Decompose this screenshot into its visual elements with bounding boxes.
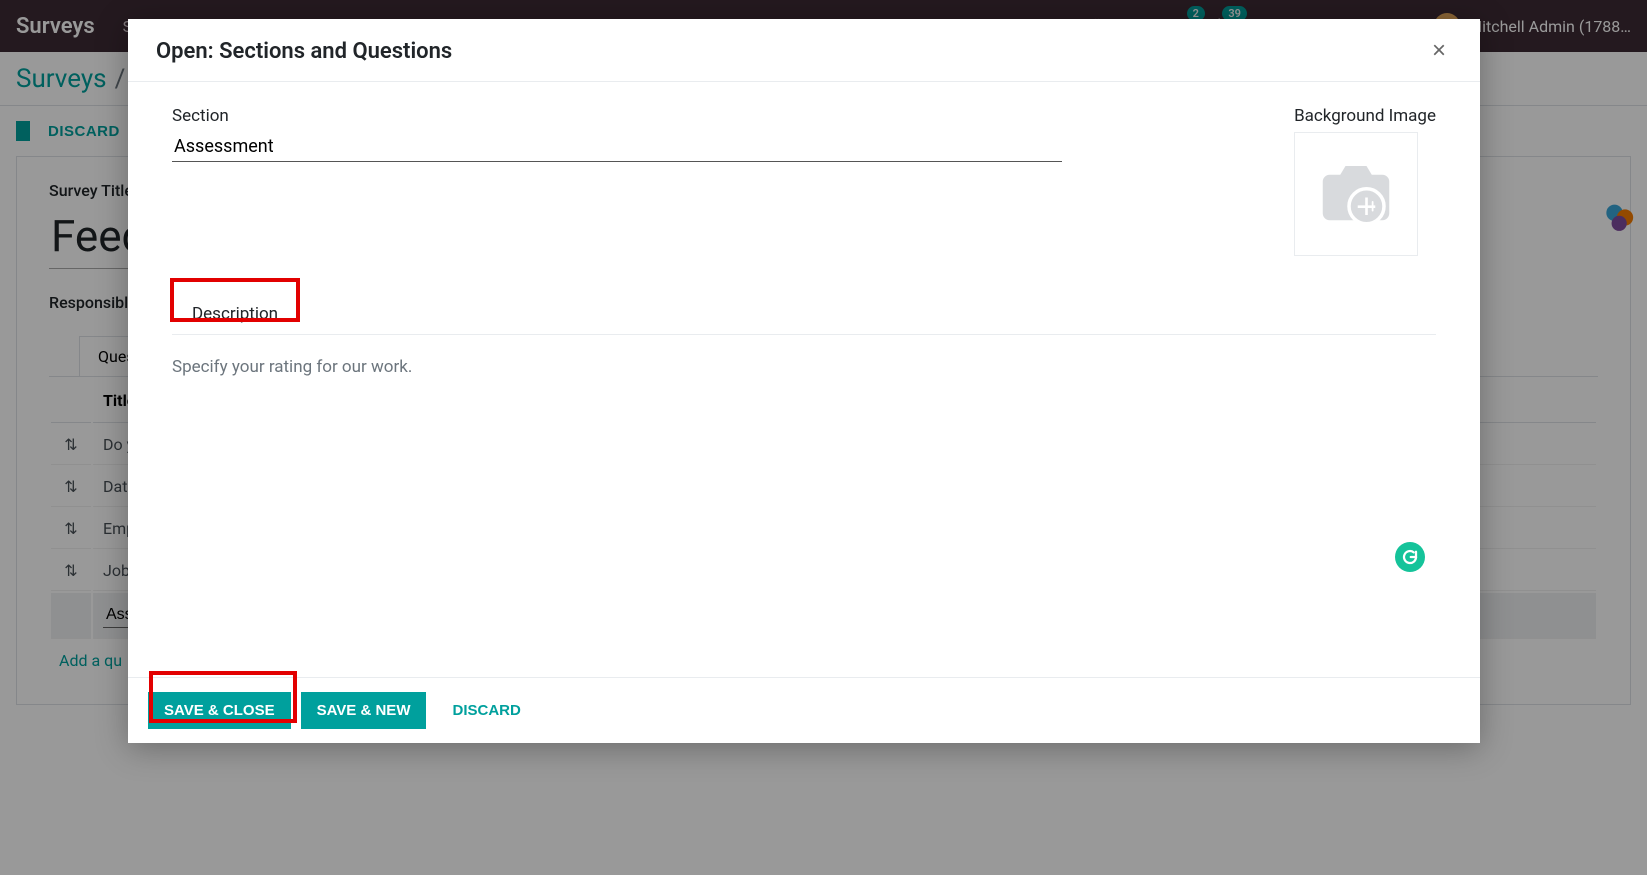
dialog-title: Open: Sections and Questions (156, 39, 452, 64)
image-upload-placeholder[interactable] (1294, 132, 1418, 256)
dialog-header: Open: Sections and Questions × (128, 19, 1480, 82)
camera-plus-icon (1311, 159, 1401, 229)
section-input[interactable] (172, 132, 1062, 162)
grammarly-icon[interactable] (1395, 542, 1425, 572)
dialog-tabs: Description (172, 294, 1436, 335)
dialog-discard-button[interactable]: DISCARD (436, 692, 536, 729)
section-label: Section (172, 106, 1062, 126)
close-icon[interactable]: × (1426, 37, 1452, 65)
dialog-body: Section Background Image Description (128, 82, 1480, 677)
save-new-button[interactable]: SAVE & NEW (301, 692, 427, 729)
background-image-label: Background Image (1294, 106, 1436, 126)
description-content[interactable]: Specify your rating for our work. (172, 335, 1436, 399)
dialog-footer: SAVE & CLOSE SAVE & NEW DISCARD (128, 677, 1480, 743)
description-tab[interactable]: Description (172, 294, 298, 334)
sections-questions-dialog: Open: Sections and Questions × Section B… (128, 19, 1480, 743)
save-close-button[interactable]: SAVE & CLOSE (148, 692, 291, 729)
